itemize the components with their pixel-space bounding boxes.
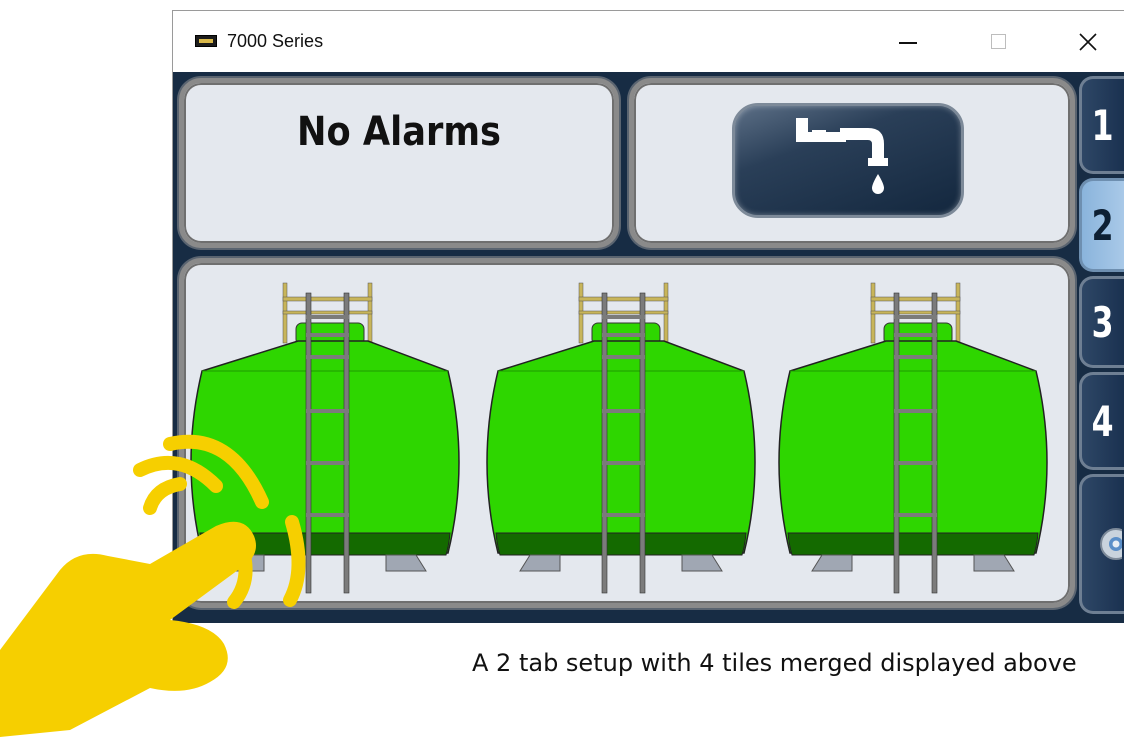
tab-1[interactable]: 1 bbox=[1079, 76, 1124, 174]
app-icon bbox=[195, 35, 217, 47]
pump-button[interactable] bbox=[732, 103, 964, 218]
caption-text: A 2 tab setup with 4 tiles merged displa… bbox=[472, 649, 1077, 677]
tank-2[interactable] bbox=[486, 282, 756, 594]
alarm-status: No Alarms bbox=[297, 109, 501, 155]
tab-4-label: 4 bbox=[1092, 396, 1114, 446]
minimize-icon bbox=[899, 41, 917, 44]
pump-tile bbox=[629, 78, 1075, 248]
settings-tab[interactable] bbox=[1079, 474, 1124, 614]
tab-1-label: 1 bbox=[1092, 100, 1114, 150]
close-icon bbox=[1079, 32, 1097, 51]
maximize-icon bbox=[990, 34, 1006, 49]
alarm-tile[interactable]: No Alarms bbox=[179, 78, 619, 248]
tab-2[interactable]: 2 bbox=[1079, 178, 1124, 272]
tap-gesture-icon bbox=[0, 434, 306, 737]
tab-2-label: 2 bbox=[1092, 200, 1114, 250]
tab-3-label: 3 bbox=[1092, 297, 1114, 347]
tab-3[interactable]: 3 bbox=[1079, 276, 1124, 368]
maximize-button[interactable] bbox=[968, 11, 1028, 72]
gear-icon bbox=[1100, 528, 1122, 560]
tap-water-icon bbox=[796, 118, 888, 194]
tank-3[interactable] bbox=[778, 282, 1048, 594]
minimize-button[interactable] bbox=[878, 11, 938, 72]
close-button[interactable] bbox=[1058, 11, 1118, 72]
tab-4[interactable]: 4 bbox=[1079, 372, 1124, 470]
window-title: 7000 Series bbox=[227, 31, 324, 51]
title-bar[interactable]: 7000 Series bbox=[173, 11, 1124, 72]
